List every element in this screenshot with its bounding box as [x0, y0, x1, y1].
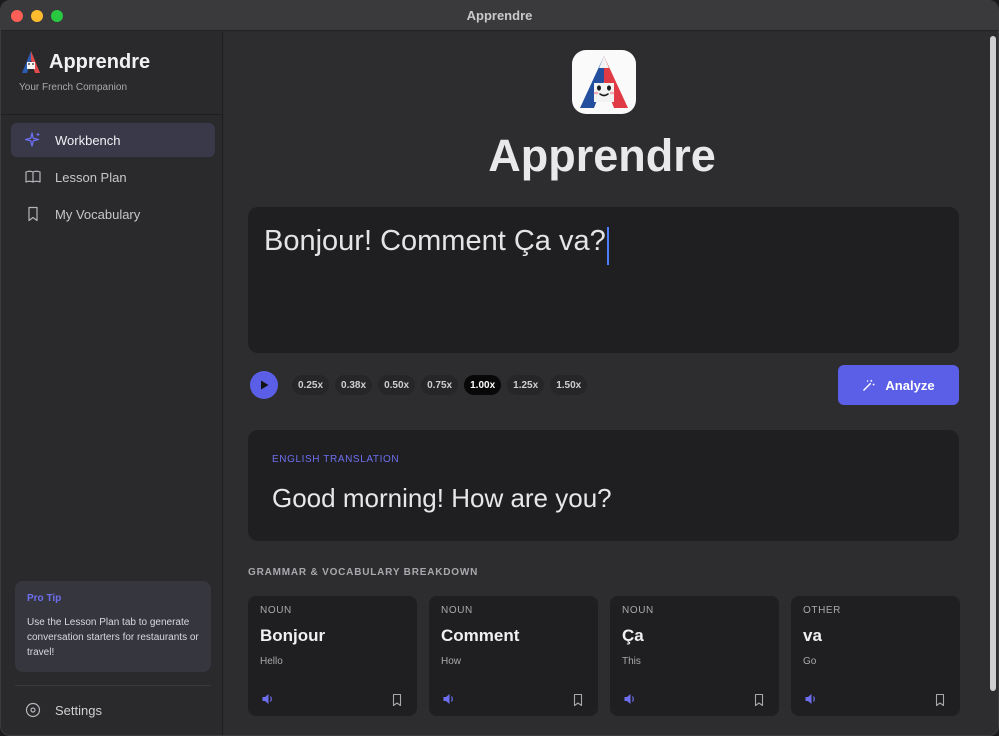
play-icon — [261, 380, 269, 390]
pro-tip-card: Pro Tip Use the Lesson Plan tab to gener… — [15, 581, 211, 672]
brand-name: Apprendre — [49, 50, 151, 73]
sidebar-nav: Workbench Lesson Plan My Vocabulary — [11, 123, 215, 234]
word-card: NOUN Ça This — [610, 596, 779, 716]
apprendre-mascot-icon — [580, 56, 628, 108]
settings-divider — [15, 685, 211, 686]
bookmark-icon — [28, 206, 38, 222]
play-button[interactable] — [250, 371, 278, 399]
pro-tip-body: Use the Lesson Plan tab to generate conv… — [27, 617, 199, 658]
word-meaning: Hello — [260, 656, 283, 667]
word-meaning: Go — [803, 656, 817, 667]
window-title: Apprendre — [466, 8, 533, 23]
sidebar-divider — [1, 114, 223, 115]
word-meaning: This — [622, 656, 641, 667]
speed-option-selected[interactable]: 1.00x — [464, 375, 502, 395]
bookmark-icon[interactable] — [752, 693, 766, 707]
speaker-icon[interactable] — [804, 692, 818, 706]
sidebar-item-label: My Vocabulary — [55, 206, 141, 222]
sidebar-item-my-vocabulary[interactable]: My Vocabulary — [11, 197, 215, 231]
translation-text: Good morning! How are you? — [272, 483, 612, 513]
bookmark-icon[interactable] — [571, 693, 585, 707]
book-icon — [25, 170, 41, 183]
speed-option[interactable]: 0.75x — [421, 375, 459, 395]
word-text: Bonjour — [260, 626, 326, 645]
word-card: OTHER va Go — [791, 596, 960, 716]
app-window: Apprendre Apprendre Your French Companio… — [0, 0, 999, 736]
sidebar-item-label: Workbench — [55, 132, 121, 148]
speed-selector: 0.25x 0.38x 0.50x 0.75x 1.00x 1.25x 1.50… — [292, 375, 588, 395]
speaker-icon[interactable] — [261, 692, 275, 706]
word-meaning: How — [441, 656, 462, 667]
speed-option[interactable]: 1.25x — [507, 375, 545, 395]
settings-label: Settings — [55, 702, 102, 718]
sparkle-icon — [25, 132, 40, 147]
app-logo — [572, 50, 636, 114]
bookmark-icon[interactable] — [933, 693, 947, 707]
word-type: NOUN — [441, 605, 473, 616]
breakdown-heading: GRAMMAR & VOCABULARY BREAKDOWN — [248, 567, 479, 578]
workbench-main: Apprendre Bonjour! Comment Ça va? 0.25x … — [224, 32, 998, 735]
title-bar: Apprendre — [1, 1, 998, 31]
word-type: NOUN — [260, 605, 292, 616]
word-text: va — [803, 626, 822, 645]
word-type: OTHER — [803, 605, 841, 616]
minimize-window-button[interactable] — [31, 10, 43, 22]
speed-option[interactable]: 0.50x — [378, 375, 416, 395]
sidebar-item-label: Lesson Plan — [55, 169, 127, 185]
word-text: Ça — [622, 626, 644, 645]
window-controls — [11, 10, 63, 22]
pro-tip-title: Pro Tip — [27, 593, 62, 604]
brand: Apprendre Your French Companion — [19, 50, 151, 94]
word-type: NOUN — [622, 605, 654, 616]
word-card: NOUN Comment How — [429, 596, 598, 716]
sidebar: Apprendre Your French Companion Workbenc… — [1, 32, 223, 735]
input-text: Bonjour! Comment Ça va? — [264, 225, 606, 257]
word-card: NOUN Bonjour Hello — [248, 596, 417, 716]
apprendre-logo-icon — [22, 51, 40, 73]
text-caret — [606, 226, 609, 265]
sidebar-item-workbench[interactable]: Workbench — [11, 123, 215, 157]
translation-label: ENGLISH TRANSLATION — [272, 454, 400, 465]
scrollbar[interactable] — [990, 36, 996, 691]
playback-controls: 0.25x 0.38x 0.50x 0.75x 1.00x 1.25x 1.50… — [250, 370, 588, 400]
speed-option[interactable]: 0.38x — [335, 375, 373, 395]
sidebar-item-lesson-plan[interactable]: Lesson Plan — [11, 160, 215, 194]
magic-wand-icon — [863, 379, 875, 391]
speed-option[interactable]: 1.50x — [550, 375, 588, 395]
brand-subtitle: Your French Companion — [19, 82, 128, 93]
speaker-icon[interactable] — [623, 692, 637, 706]
word-text: Comment — [441, 626, 520, 645]
analyze-label: Analyze — [885, 377, 935, 393]
page-title: Apprendre — [488, 130, 716, 181]
maximize-window-button[interactable] — [51, 10, 63, 22]
speed-option[interactable]: 0.25x — [292, 375, 330, 395]
breakdown-cards: NOUN Bonjour Hello NOUN Comment How NOUN… — [248, 596, 960, 716]
speaker-icon[interactable] — [442, 692, 456, 706]
analyze-button[interactable]: Analyze — [838, 365, 959, 405]
translation-panel: ENGLISH TRANSLATION Good morning! How ar… — [248, 430, 959, 541]
french-text-input[interactable]: Bonjour! Comment Ça va? — [248, 207, 959, 353]
bookmark-icon[interactable] — [390, 693, 404, 707]
settings-button[interactable]: Settings — [25, 702, 102, 718]
settings-icon — [25, 702, 41, 718]
close-window-button[interactable] — [11, 10, 23, 22]
